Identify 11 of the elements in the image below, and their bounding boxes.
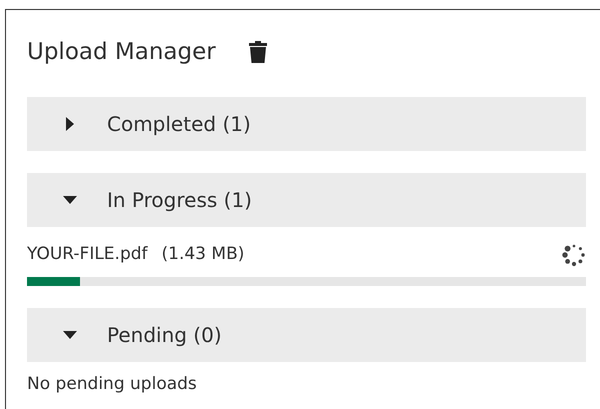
caret-down-icon [63, 196, 77, 204]
spinner-icon [562, 243, 586, 267]
file-size: (1.43 MB) [162, 243, 244, 266]
section-header[interactable]: Pending (0) [27, 308, 586, 362]
section-header[interactable]: Completed (1) [27, 97, 586, 151]
panel-title: Upload Manager [27, 38, 216, 67]
caret-down-icon [63, 331, 77, 339]
empty-message: No pending uploads [27, 373, 198, 396]
trash-icon[interactable] [248, 41, 267, 63]
file-name: YOUR-FILE.pdf [27, 243, 148, 266]
section-header[interactable]: In Progress (1) [27, 173, 586, 227]
